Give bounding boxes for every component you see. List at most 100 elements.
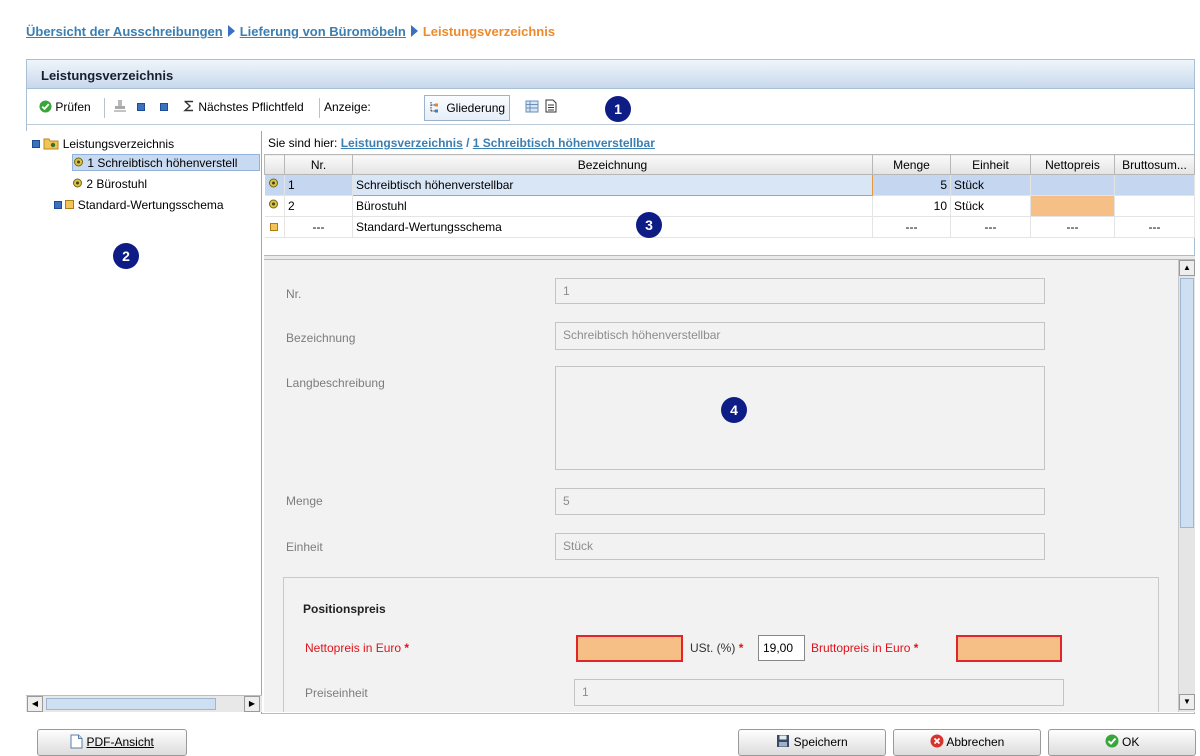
column-header-nettopreis[interactable]: Nettopreis (1030, 154, 1115, 175)
check-circle-icon (39, 100, 52, 113)
einheit-label: Einheit (286, 540, 323, 554)
gliederung-toggle[interactable]: Gliederung (424, 95, 511, 121)
table-row[interactable]: 1 Schreibtisch höhenverstellbar 5 Stück (264, 174, 1195, 196)
stamp-button[interactable] (113, 97, 127, 119)
cell-bruttosumme (1114, 195, 1195, 217)
tree-root[interactable]: Leistungsverzeichnis (32, 136, 174, 153)
location-link-schreibtisch[interactable]: 1 Schreibtisch höhenverstellbar (473, 136, 655, 150)
expand-icon (54, 201, 62, 209)
preiseinheit-label: Preiseinheit (305, 686, 368, 700)
cell-bezeichnung[interactable]: Schreibtisch höhenverstellbar (352, 174, 873, 196)
pruefen-button[interactable]: Prüfen (39, 97, 91, 119)
tree-item-buerostuhl[interactable]: 2 Bürostuhl (72, 176, 147, 193)
column-header-nr[interactable]: Nr. (284, 154, 353, 175)
bruttopreis-label: Bruttopreis in Euro * (811, 641, 919, 655)
ust-input[interactable]: 19,00 (758, 635, 805, 661)
preiseinheit-field[interactable]: 1 (574, 679, 1064, 706)
column-header-einheit[interactable]: Einheit (950, 154, 1031, 175)
table-row[interactable]: 2 Bürostuhl 10 Stück (264, 195, 1195, 217)
scroll-thumb[interactable] (1180, 278, 1194, 528)
ok-button[interactable]: OK (1048, 729, 1196, 756)
naechstes-pflichtfeld-button[interactable]: Nächstes Pflichtfeld (183, 97, 304, 119)
tree-item-schreibtisch[interactable]: 1 Schreibtisch höhenverstell (72, 154, 260, 171)
breadcrumb-link-lieferung[interactable]: Lieferung von Büromöbeln (240, 24, 406, 39)
location-prefix: Sie sind hier: (268, 136, 338, 150)
pdf-ansicht-button[interactable]: PDF-Ansicht (37, 729, 187, 756)
cell-menge: --- (872, 216, 951, 238)
bezeichnung-field[interactable]: Schreibtisch höhenverstellbar (555, 322, 1045, 350)
abbrechen-label: Abbrechen (946, 735, 1005, 749)
folder-key-icon (43, 138, 59, 150)
breadcrumb-arrow-icon (410, 25, 418, 37)
naechstes-label: Nächstes Pflichtfeld (198, 100, 304, 114)
scroll-left-icon[interactable]: ◀ (27, 696, 43, 712)
cell-einheit: --- (950, 216, 1031, 238)
column-header-menge[interactable]: Menge (872, 154, 951, 175)
row-icon (264, 216, 285, 238)
scroll-down-icon[interactable]: ▼ (1179, 694, 1195, 710)
cell-menge: 5 (872, 174, 951, 196)
scroll-thumb[interactable] (46, 698, 216, 710)
scroll-up-icon[interactable]: ▲ (1179, 260, 1195, 276)
cell-bezeichnung: Bürostuhl (352, 195, 873, 217)
nettopreis-input[interactable] (576, 635, 683, 662)
cell-bruttosumme (1114, 174, 1195, 196)
position-icon (268, 178, 278, 187)
row-icon (264, 195, 285, 217)
column-header-bruttosumme[interactable]: Bruttosum... (1114, 154, 1195, 175)
einheit-field[interactable]: Stück (555, 533, 1045, 560)
check-circle-icon (1105, 734, 1119, 748)
tree-item-label: 1 Schreibtisch höhenverstell (87, 156, 238, 170)
location-separator: / (466, 136, 470, 150)
cell-einheit: Stück (950, 195, 1031, 217)
cell-einheit: Stück (950, 174, 1031, 196)
schema-icon (65, 200, 75, 209)
scroll-right-icon[interactable]: ▶ (244, 696, 260, 712)
document-icon (545, 99, 557, 113)
menge-label: Menge (286, 494, 323, 508)
abbrechen-button[interactable]: Abbrechen (893, 729, 1041, 756)
speichern-button[interactable]: Speichern (738, 729, 886, 756)
cell-bruttosumme: --- (1114, 216, 1195, 238)
breadcrumb-arrow-icon (227, 25, 235, 37)
ust-label: USt. (%) * (690, 641, 744, 655)
pruefen-label: Prüfen (55, 100, 91, 114)
overview-area: Sie sind hier: Leistungsverzeichnis / 1 … (264, 131, 1195, 255)
location-link-leistungsverzeichnis[interactable]: Leistungsverzeichnis (341, 136, 463, 150)
schema-icon (269, 223, 278, 231)
table-icon (525, 100, 539, 113)
tree-horizontal-scrollbar[interactable]: ◀ ▶ (26, 695, 262, 712)
location-bar: Sie sind hier: Leistungsverzeichnis / 1 … (268, 136, 655, 150)
langbeschreibung-field[interactable] (555, 366, 1045, 470)
table-row[interactable]: --- Standard-Wertungsschema --- --- --- … (264, 216, 1195, 238)
form-vertical-scrollbar[interactable]: ▲ ▼ (1178, 260, 1195, 712)
cell-nettopreis: --- (1030, 216, 1115, 238)
langbeschreibung-label: Langbeschreibung (286, 376, 385, 390)
collapse-all-button[interactable] (160, 97, 168, 119)
panel-title: Leistungsverzeichnis (27, 60, 1194, 89)
nr-label: Nr. (286, 287, 302, 301)
table-header-row: Nr. Bezeichnung Menge Einheit Nettopreis… (264, 154, 1195, 175)
breadcrumb-current: Leistungsverzeichnis (422, 24, 556, 39)
collapse-icon (160, 103, 168, 111)
collapse-icon (32, 140, 40, 148)
tree-panel: Leistungsverzeichnis 1 Schreibtisch höhe… (26, 131, 262, 714)
cell-nr: 2 (284, 195, 353, 217)
table-view-button[interactable] (525, 97, 539, 119)
tree-item-wertungsschema[interactable]: Standard-Wertungsschema (54, 197, 224, 214)
positionspreis-group: Positionspreis Nettopreis in Euro * USt.… (283, 577, 1159, 712)
expand-all-button[interactable] (137, 97, 145, 119)
toolbar-separator (104, 98, 105, 118)
bruttopreis-input[interactable] (956, 635, 1062, 662)
column-header-icon (264, 154, 285, 175)
sigma-icon (183, 100, 193, 112)
breadcrumb-link-ausschreibungen[interactable]: Übersicht der Ausschreibungen (26, 24, 223, 39)
cell-nettopreis-missing (1030, 195, 1115, 217)
callout-badge-4: 4 (721, 397, 747, 423)
document-view-button[interactable] (545, 97, 557, 119)
column-header-bezeichnung[interactable]: Bezeichnung (352, 154, 873, 175)
menge-field[interactable]: 5 (555, 488, 1045, 515)
nr-field[interactable]: 1 (555, 278, 1045, 304)
positionspreis-title: Positionspreis (303, 602, 386, 616)
cell-bezeichnung: Standard-Wertungsschema (352, 216, 873, 238)
